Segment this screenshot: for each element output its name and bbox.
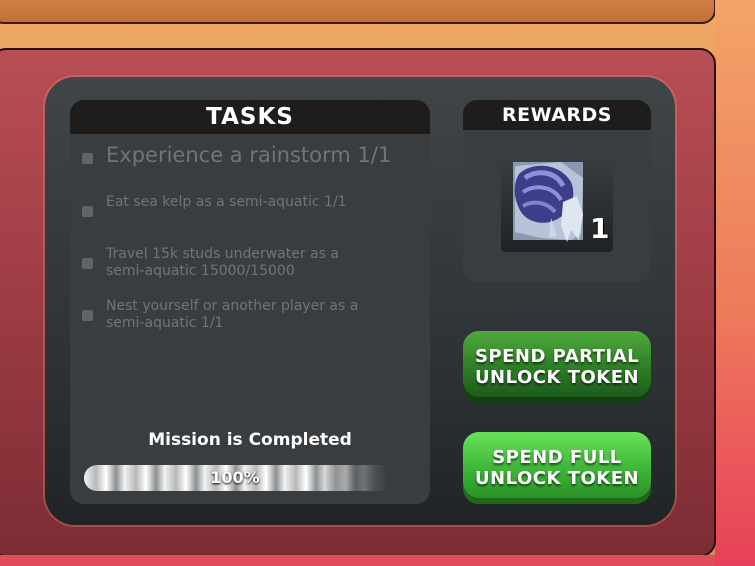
task-text-line2: semi-aquatic 15000/15000: [106, 263, 295, 279]
task-checkbox: [82, 258, 93, 269]
reward-count: 1: [590, 212, 610, 245]
task-text: Nest yourself or another player as a: [106, 298, 359, 314]
button-label-line2: UNLOCK TOKEN: [474, 468, 640, 489]
tasks-title: TASKS: [70, 100, 430, 134]
spend-full-unlock-token-button[interactable]: SPEND FULL UNLOCK TOKEN: [463, 432, 651, 504]
right-rail: [715, 0, 755, 566]
task-text-line2: semi-aquatic 1/1: [106, 315, 224, 331]
task-checkbox: [82, 310, 93, 321]
rewards-title: REWARDS: [463, 100, 651, 130]
bottom-strip: [0, 555, 715, 566]
task-text: Experience a rainstorm 1/1: [106, 143, 392, 167]
button-label-line1: SPEND FULL: [492, 447, 622, 468]
button-label-line1: SPEND PARTIAL: [474, 346, 640, 367]
mission-status: Mission is Completed: [148, 430, 352, 450]
spend-partial-unlock-token-button[interactable]: SPEND PARTIAL UNLOCK TOKEN: [463, 331, 651, 403]
top-panel: [0, 0, 716, 24]
task-text: Eat sea kelp as a semi-aquatic 1/1: [106, 194, 347, 210]
button-label-line2: UNLOCK TOKEN: [474, 367, 640, 388]
task-checkbox: [82, 206, 93, 217]
progress-label: 100%: [210, 468, 260, 487]
task-checkbox: [82, 153, 93, 164]
task-text: Travel 15k studs underwater as a: [106, 246, 339, 262]
